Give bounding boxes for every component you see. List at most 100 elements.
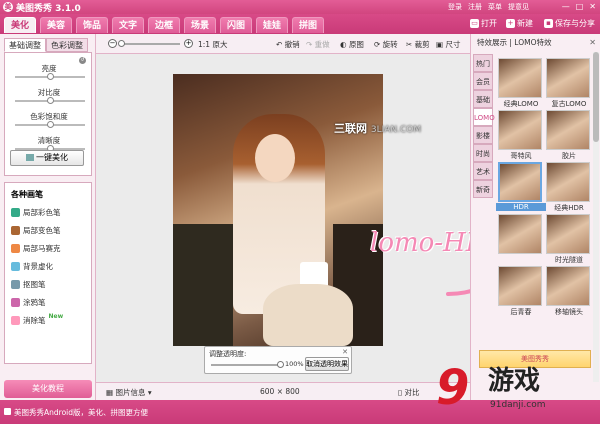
tab-accessories[interactable]: 饰品 bbox=[76, 17, 108, 33]
brush-mosaic[interactable]: 局部马赛克 bbox=[11, 243, 61, 254]
effect-thumb[interactable] bbox=[498, 266, 542, 306]
save-share-button[interactable]: ▪ 保存与分享 bbox=[544, 18, 595, 29]
original-button[interactable]: ◐ 原图 bbox=[340, 39, 364, 50]
zoom-slider[interactable] bbox=[118, 40, 180, 47]
saturation-slider[interactable] bbox=[15, 121, 85, 128]
tab-beautify[interactable]: 美化 bbox=[4, 17, 36, 33]
category-member[interactable]: 会员 bbox=[473, 72, 493, 90]
category-novel[interactable]: 新奇 bbox=[473, 180, 493, 198]
redo-button[interactable]: ↷ 重做 bbox=[306, 39, 330, 50]
brushes-title: 各种画笔 bbox=[11, 190, 43, 199]
one-key-beautify-button[interactable]: 一键美化 bbox=[10, 150, 84, 166]
left-panel: 基础调整 色彩调整 ↺ 亮度 对比度 色彩饱和度 清晰度 一键美化 各种画笔 局… bbox=[0, 34, 96, 400]
effect-thumb[interactable] bbox=[546, 214, 590, 254]
tab-text[interactable]: 文字 bbox=[112, 17, 144, 33]
edited-photo[interactable] bbox=[173, 74, 383, 346]
tab-beauty[interactable]: 美容 bbox=[40, 17, 72, 33]
undo-label: 撤销 bbox=[284, 40, 300, 49]
effect-thumb[interactable] bbox=[498, 110, 542, 150]
blur-icon bbox=[11, 262, 20, 271]
actual-size-button[interactable]: 1:1 原大 bbox=[198, 39, 227, 50]
menu-link[interactable]: 菜单 bbox=[488, 2, 502, 12]
slider-knob[interactable] bbox=[277, 361, 284, 368]
register-link[interactable]: 注册 bbox=[468, 2, 482, 12]
opacity-label: 调整透明度: bbox=[209, 350, 247, 358]
collapse-icon[interactable]: ✕ bbox=[589, 38, 596, 47]
rotate-button[interactable]: ⟳ 旋转 bbox=[374, 39, 398, 50]
logo-mark: 9 bbox=[436, 360, 470, 416]
effect-thumb[interactable] bbox=[546, 266, 590, 306]
effect-thumb[interactable] bbox=[546, 110, 590, 150]
effect-thumb[interactable] bbox=[498, 58, 542, 98]
save-icon: ▪ bbox=[544, 19, 553, 28]
slider-knob[interactable] bbox=[47, 121, 54, 128]
category-basic[interactable]: 基础 bbox=[473, 90, 493, 108]
slider-knob[interactable] bbox=[118, 40, 125, 47]
resize-button[interactable]: ▣ 尺寸 bbox=[436, 39, 460, 50]
tab-frame[interactable]: 边框 bbox=[148, 17, 180, 33]
photo-teddy-bear bbox=[263, 284, 353, 346]
effects-scrollbar[interactable] bbox=[593, 52, 599, 382]
tab-collage[interactable]: 拼图 bbox=[292, 17, 324, 33]
crop-button[interactable]: ✂ 裁剪 bbox=[406, 39, 430, 50]
open-label: 打开 bbox=[481, 19, 497, 28]
magic-icon bbox=[26, 154, 34, 161]
cancel-transparency-button[interactable]: 取消透明效果 bbox=[305, 357, 349, 371]
tab-doll[interactable]: 娃娃 bbox=[256, 17, 288, 33]
redo-label: 重做 bbox=[314, 40, 330, 49]
compare-button[interactable]: ▯ 对比 bbox=[398, 387, 420, 398]
brightness-slider[interactable] bbox=[15, 73, 85, 80]
brush-cutout[interactable]: 抠图笔 bbox=[11, 279, 46, 290]
open-button[interactable]: ▭ 打开 bbox=[470, 18, 497, 29]
watermark: 三联网 3LIAN.COM bbox=[334, 120, 421, 136]
tab-color-adjust[interactable]: 色彩调整 bbox=[46, 38, 88, 52]
tab-flash[interactable]: 闪图 bbox=[220, 17, 252, 33]
effect-thumb-selected[interactable] bbox=[498, 162, 542, 202]
brush-local-color[interactable]: 局部彩色笔 bbox=[11, 207, 61, 218]
slider-knob[interactable] bbox=[47, 97, 54, 104]
compare-label: 对比 bbox=[404, 388, 420, 397]
plus-icon: + bbox=[506, 19, 515, 28]
status-text[interactable]: 美图秀秀Android版，美化、拼图更方便 bbox=[14, 407, 148, 418]
feedback-link[interactable]: 提意见 bbox=[508, 2, 529, 12]
tutorial-button[interactable]: 美化教程 bbox=[4, 380, 92, 398]
minimize-button[interactable]: — bbox=[562, 2, 570, 11]
close-icon[interactable]: ✕ bbox=[342, 348, 348, 356]
image-info-button[interactable]: ▦ 图片信息 ▾ bbox=[106, 387, 152, 398]
effect-thumb[interactable] bbox=[546, 162, 590, 202]
tab-basic-adjust[interactable]: 基础调整 bbox=[4, 38, 46, 52]
image-dimensions: 600 × 800 bbox=[260, 387, 300, 396]
category-fashion[interactable]: 时尚 bbox=[473, 144, 493, 162]
effect-thumb[interactable] bbox=[498, 214, 542, 254]
zoom-out-icon[interactable]: − bbox=[108, 39, 117, 48]
login-link[interactable]: 登录 bbox=[448, 2, 462, 12]
android-icon bbox=[4, 408, 11, 415]
brushes-panel: 各种画笔 局部彩色笔 局部变色笔 局部马赛克 背景虚化 抠图笔 涂鸦笔 消除笔 N… bbox=[4, 182, 92, 364]
canvas-status-bar: ▦ 图片信息 ▾ 600 × 800 ▯ 对比 bbox=[96, 382, 470, 400]
close-button[interactable]: ✕ bbox=[589, 2, 596, 11]
scroll-thumb[interactable] bbox=[593, 52, 599, 142]
category-studio[interactable]: 影楼 bbox=[473, 126, 493, 144]
brush-doodle[interactable]: 涂鸦笔 bbox=[11, 297, 46, 308]
category-art[interactable]: 艺术 bbox=[473, 162, 493, 180]
maximize-button[interactable]: □ bbox=[576, 2, 584, 11]
category-lomo[interactable]: LOMO bbox=[473, 108, 495, 126]
category-hot[interactable]: 热门 bbox=[473, 54, 493, 72]
zoom-in-icon[interactable]: + bbox=[184, 39, 193, 48]
logo-domain: 91danji.com bbox=[490, 400, 546, 410]
brush-local-recolor[interactable]: 局部变色笔 bbox=[11, 225, 61, 236]
opacity-slider[interactable] bbox=[211, 361, 284, 368]
new-button[interactable]: + 新建 bbox=[506, 18, 533, 29]
slider-knob[interactable] bbox=[47, 73, 54, 80]
title-bar: 美 美图秀秀 3.1.0 登录 注册 菜单 提意见 — □ ✕ bbox=[0, 0, 600, 14]
effect-thumb[interactable] bbox=[546, 58, 590, 98]
contrast-slider[interactable] bbox=[15, 97, 85, 104]
brush-eraser[interactable]: 消除笔 New bbox=[11, 313, 63, 326]
effect-label: 哥特风 bbox=[510, 152, 532, 160]
photo-face bbox=[255, 134, 295, 182]
tab-scene[interactable]: 场景 bbox=[184, 17, 216, 33]
undo-button[interactable]: ↶ 撤销 bbox=[276, 39, 300, 50]
brush-background-blur[interactable]: 背景虚化 bbox=[11, 261, 53, 272]
effect-label: 经典LOMO bbox=[503, 100, 539, 108]
window-controls: — □ ✕ bbox=[562, 2, 596, 11]
